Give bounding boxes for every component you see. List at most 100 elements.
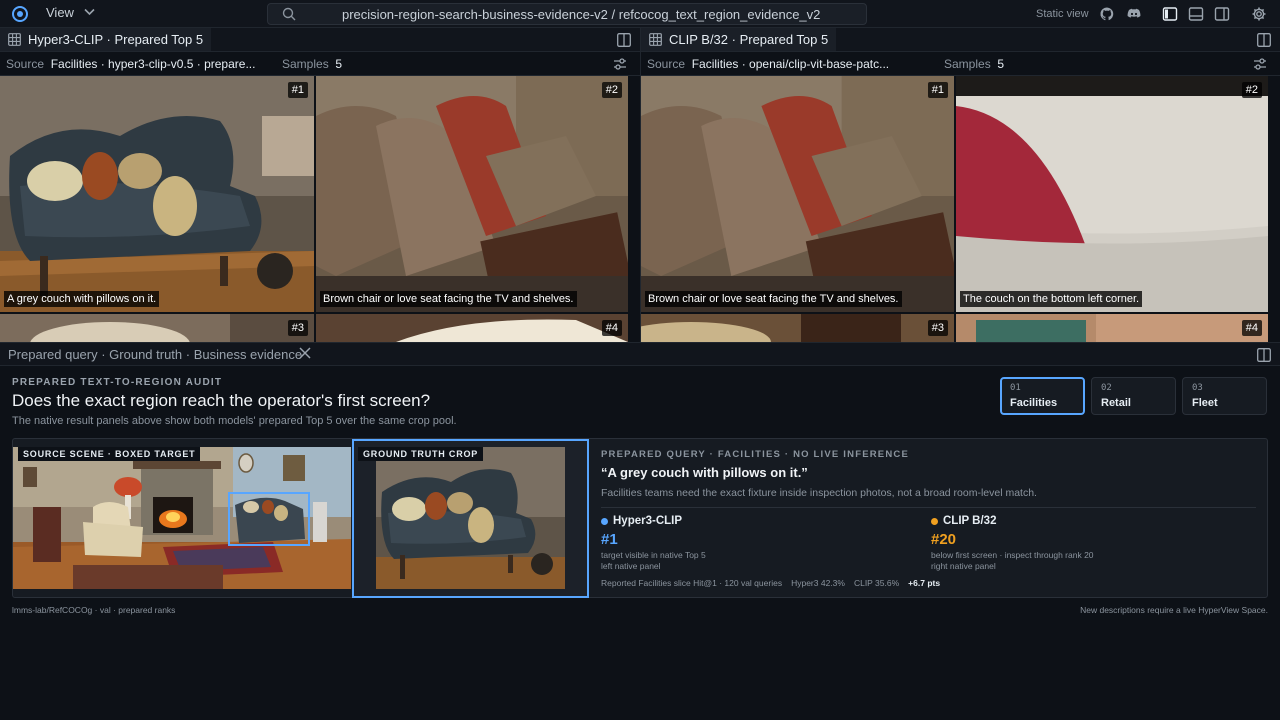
left-panel-header: Hyper3-CLIP · Prepared Top 5 <box>0 28 640 52</box>
search-icon <box>282 7 296 21</box>
segment-number: 03 <box>1192 383 1203 393</box>
github-icon[interactable] <box>1099 6 1115 22</box>
rank-badge: #2 <box>1241 82 1262 98</box>
panel-layout-icon[interactable] <box>617 33 631 47</box>
left-source-bar: Source Facilities · hyper3-clip-v0.5 · p… <box>0 52 640 76</box>
stats-delta: +6.7 pts <box>908 578 941 588</box>
partial-result-image <box>956 314 1268 342</box>
result-caption: Brown chair or love seat facing the TV a… <box>645 291 902 307</box>
model-rank: #1 <box>601 531 618 548</box>
tab-clip-b32[interactable]: CLIP B/32 · Prepared Top 5 <box>641 28 837 51</box>
model-note: target visible in native Top 5 <box>601 550 706 560</box>
chevron-down-icon <box>84 7 95 19</box>
top-bar: View precision-region-search-business-ev… <box>0 0 1280 28</box>
discord-icon[interactable] <box>1126 6 1142 22</box>
result-thumbnail[interactable]: #4 <box>316 314 628 342</box>
close-icon[interactable] <box>298 346 312 360</box>
scene-tag: SOURCE SCENE · BOXED TARGET <box>18 447 201 461</box>
settings-gear-icon[interactable] <box>1251 6 1267 22</box>
rank-badge: #3 <box>927 320 948 336</box>
result-thumbnail[interactable]: #2 The couch on the bottom left corner. <box>956 76 1268 312</box>
result-thumbnail[interactable]: #4 <box>956 314 1268 342</box>
hit-stats: Reported Facilities slice Hit@1 · 120 va… <box>601 578 940 588</box>
result-thumbnail[interactable]: #3 <box>0 314 314 342</box>
segment-retail[interactable]: 02 Retail <box>1091 377 1176 415</box>
query-description: Facilities teams need the exact fixture … <box>601 487 1037 499</box>
source-selector[interactable]: Source Facilities · hyper3-clip-v0.5 · p… <box>6 57 255 71</box>
filter-sliders-icon[interactable] <box>1253 57 1267 71</box>
panel-layout-icon[interactable] <box>1257 348 1271 362</box>
source-value: Facilities · hyper3-clip-v0.5 · prepare.… <box>50 57 256 71</box>
samples-control[interactable]: Samples 5 <box>282 57 342 71</box>
query-panel-title[interactable]: Prepared query · Ground truth · Business… <box>8 347 302 362</box>
tab-title: Hyper3-CLIP · Prepared Top 5 <box>28 32 204 47</box>
query-panel-header: Prepared query · Ground truth · Business… <box>0 342 1280 366</box>
rank-badge: #3 <box>287 320 308 336</box>
static-view-label: Static view <box>1036 8 1089 20</box>
app-logo-icon[interactable] <box>12 6 28 22</box>
footer-note: New descriptions require a live HyperVie… <box>1080 605 1268 615</box>
model-name: Hyper3-CLIP <box>613 515 683 527</box>
source-value: Facilities · openai/clip-vit-base-patc..… <box>691 57 890 71</box>
rank-badge: #1 <box>287 82 308 98</box>
view-menu[interactable]: View <box>46 5 95 20</box>
ground-truth-image <box>376 447 565 589</box>
source-label: Source <box>647 57 686 71</box>
grey-couch-image <box>0 76 314 312</box>
divider <box>601 507 1256 508</box>
right-sidebar-toggle-icon[interactable] <box>1214 6 1230 22</box>
samples-control[interactable]: Samples 5 <box>944 57 1004 71</box>
samples-value: 5 <box>335 57 343 71</box>
grid-icon <box>649 33 662 46</box>
brown-chair-image <box>641 76 954 312</box>
segment-facilities[interactable]: 01 Facilities <box>1000 377 1085 415</box>
result-thumbnail[interactable]: #1 Brown chair or love seat facing the T… <box>641 76 954 312</box>
result-caption: Brown chair or love seat facing the TV a… <box>320 291 577 307</box>
filter-sliders-icon[interactable] <box>613 57 627 71</box>
view-menu-label: View <box>46 5 74 20</box>
result-caption: The couch on the bottom left corner. <box>960 291 1143 307</box>
footer-dataset: lmms-lab/RefCOCOg · val · prepared ranks <box>12 605 176 615</box>
query-quote: “A grey couch with pillows on it.” <box>601 465 808 480</box>
partial-result-image <box>0 314 314 342</box>
result-thumbnail[interactable]: #1 A grey couch with pillows on it. <box>0 76 314 312</box>
stats-hyper3: Hyper3 42.3% <box>791 578 845 588</box>
model-note: below first screen · inspect through ran… <box>931 550 1094 560</box>
rank-badge: #4 <box>1241 320 1262 336</box>
samples-label: Samples <box>944 57 991 71</box>
partial-result-image <box>316 314 628 342</box>
model-name: CLIP B/32 <box>943 515 997 527</box>
segment-name: Facilities <box>1010 397 1058 409</box>
tab-hyper3-clip[interactable]: Hyper3-CLIP · Prepared Top 5 <box>0 28 212 51</box>
segment-fleet[interactable]: 03 Fleet <box>1182 377 1267 415</box>
tab-title: CLIP B/32 · Prepared Top 5 <box>669 32 829 47</box>
model-panel-note: right native panel <box>931 561 996 571</box>
partial-result-image <box>641 314 954 342</box>
bottom-panel-toggle-icon[interactable] <box>1188 6 1204 22</box>
result-caption: A grey couch with pillows on it. <box>4 291 160 307</box>
panel-layout-icon[interactable] <box>1257 33 1271 47</box>
dataset-search-bar[interactable]: precision-region-search-business-evidenc… <box>267 3 867 25</box>
brown-chair-image <box>316 76 628 312</box>
segment-name: Retail <box>1101 397 1131 409</box>
source-selector[interactable]: Source Facilities · openai/clip-vit-base… <box>647 57 889 71</box>
search-path-text: precision-region-search-business-evidenc… <box>342 7 821 22</box>
right-source-bar: Source Facilities · openai/clip-vit-base… <box>641 52 1280 76</box>
samples-value: 5 <box>997 57 1005 71</box>
segment-number: 02 <box>1101 383 1112 393</box>
audit-headline: Does the exact region reach the operator… <box>12 391 431 410</box>
audit-subline: The native result panels above show both… <box>12 415 457 427</box>
result-thumbnail[interactable]: #2 Brown chair or love seat facing the T… <box>316 76 628 312</box>
source-scene-image[interactable]: SOURCE SCENE · BOXED TARGET <box>13 447 351 589</box>
left-sidebar-toggle-icon[interactable] <box>1162 6 1178 22</box>
stats-reported: Reported Facilities slice Hit@1 · 120 va… <box>601 578 783 588</box>
result-thumbnail[interactable]: #3 <box>641 314 954 342</box>
detail-kicker: PREPARED QUERY · FACILITIES · NO LIVE IN… <box>601 449 910 460</box>
stats-clip: CLIP 35.6% <box>853 578 900 588</box>
segment-number: 01 <box>1010 383 1021 393</box>
rank-badge: #4 <box>601 320 622 336</box>
right-panel-header: CLIP B/32 · Prepared Top 5 <box>641 28 1280 52</box>
grid-icon <box>8 33 21 46</box>
rank-badge: #2 <box>601 82 622 98</box>
segment-name: Fleet <box>1192 397 1218 409</box>
